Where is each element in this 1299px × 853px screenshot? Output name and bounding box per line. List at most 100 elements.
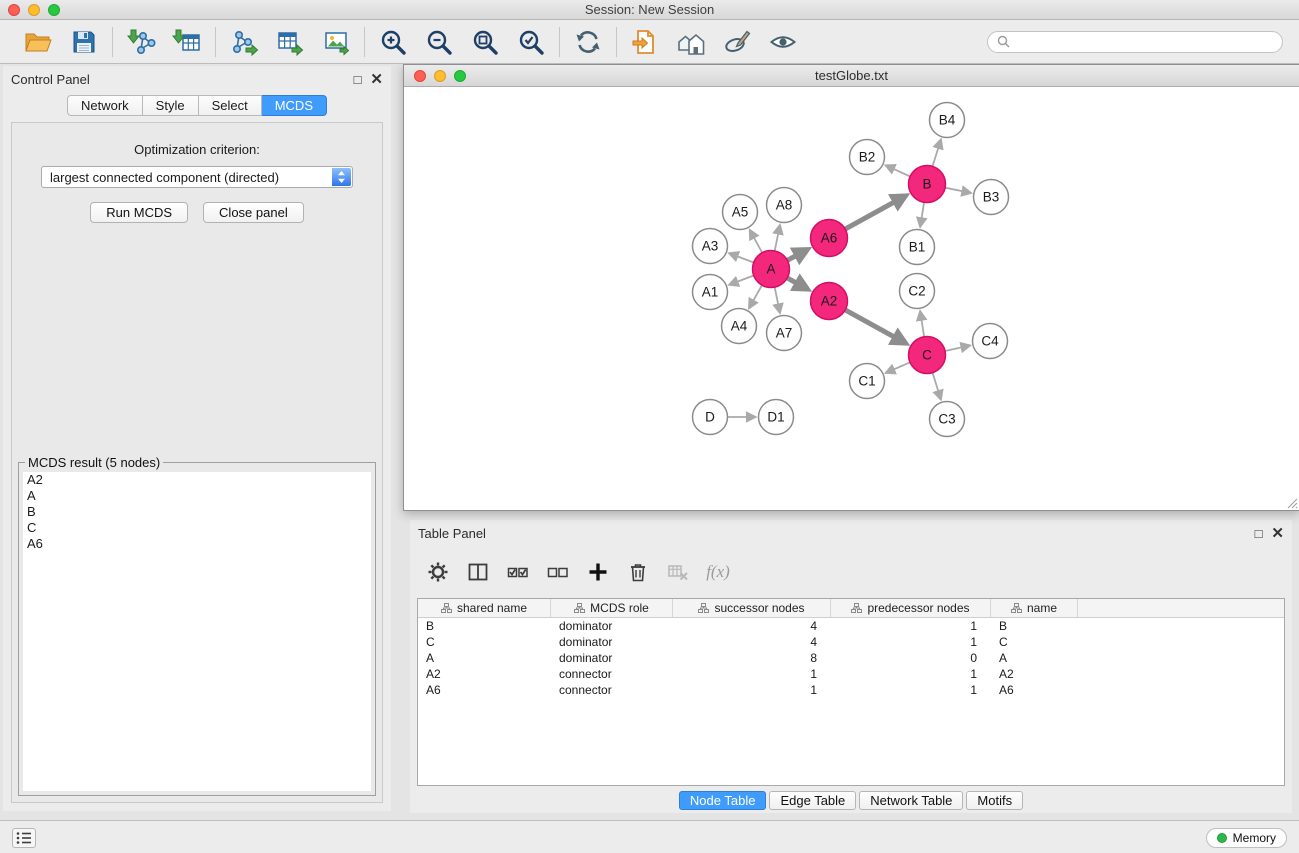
control-panel-tab-select[interactable]: Select: [199, 95, 262, 116]
annotation-tool-button[interactable]: [720, 25, 754, 59]
edge-A-A1[interactable]: [730, 276, 753, 285]
table-row[interactable]: Cdominator41C: [418, 634, 1284, 650]
control-panel-tab-mcds[interactable]: MCDS: [262, 95, 327, 116]
node-A6[interactable]: A6: [811, 220, 848, 257]
node-A1[interactable]: A1: [693, 275, 728, 310]
node-A4[interactable]: A4: [722, 309, 757, 344]
first-neighbors-button[interactable]: [674, 25, 708, 59]
node-C1[interactable]: C1: [850, 364, 885, 399]
node-D1[interactable]: D1: [759, 400, 794, 435]
node-B3[interactable]: B3: [974, 180, 1009, 215]
mcds-result-item[interactable]: A2: [23, 472, 371, 488]
edge-A2-C[interactable]: [845, 310, 905, 343]
edge-A-A8[interactable]: [775, 226, 780, 250]
function-builder-button[interactable]: f(x): [706, 560, 730, 584]
edge-B-B4[interactable]: [933, 141, 941, 166]
refresh-view-button[interactable]: [571, 25, 605, 59]
save-session-button[interactable]: [67, 25, 101, 59]
run-mcds-button[interactable]: Run MCDS: [90, 202, 188, 223]
mcds-result-item[interactable]: A: [23, 488, 371, 504]
table-row[interactable]: Adominator80A: [418, 650, 1284, 666]
edge-A-A7[interactable]: [775, 287, 780, 311]
import-table-from-file-button[interactable]: [170, 25, 204, 59]
column-header-predecessor-nodes[interactable]: predecessor nodes: [831, 599, 991, 617]
zoom-fit-button[interactable]: [468, 25, 502, 59]
zoom-out-button[interactable]: [422, 25, 456, 59]
table-row[interactable]: A2connector11A2: [418, 666, 1284, 682]
network-window-titlebar[interactable]: testGlobe.txt: [404, 65, 1299, 87]
global-search-field[interactable]: [987, 31, 1283, 53]
edge-C-C2[interactable]: [920, 313, 924, 337]
node-C3[interactable]: C3: [930, 402, 965, 437]
edge-A-A3[interactable]: [730, 254, 753, 263]
control-panel-tab-style[interactable]: Style: [143, 95, 199, 116]
search-input[interactable]: [1015, 35, 1273, 49]
node-B[interactable]: B: [909, 166, 946, 203]
close-panel-icon[interactable]: ✕: [370, 73, 383, 87]
node-B4[interactable]: B4: [930, 103, 965, 138]
table-tab-edge-table[interactable]: Edge Table: [769, 791, 856, 810]
node-C[interactable]: C: [909, 337, 946, 374]
close-panel-button[interactable]: Close panel: [203, 202, 304, 223]
float-table-panel-icon[interactable]: □: [1255, 527, 1263, 541]
control-panel-tab-network[interactable]: Network: [67, 95, 143, 116]
edge-C-C4[interactable]: [945, 346, 969, 351]
mcds-result-list[interactable]: A2ABCA6: [23, 472, 371, 791]
edge-A6-B[interactable]: [845, 196, 905, 229]
table-settings-button[interactable]: [426, 560, 450, 584]
column-header-MCDS-role[interactable]: MCDS role: [551, 599, 673, 617]
edge-A-A2[interactable]: [787, 278, 807, 289]
node-A8[interactable]: A8: [767, 188, 802, 223]
node-B1[interactable]: B1: [900, 230, 935, 265]
column-header-name[interactable]: name: [991, 599, 1078, 617]
edge-B-B1[interactable]: [920, 202, 924, 225]
resize-grip-icon[interactable]: [1285, 496, 1298, 509]
criterion-dropdown[interactable]: largest connected component (directed): [41, 166, 353, 188]
node-B2[interactable]: B2: [850, 140, 885, 175]
mcds-result-item[interactable]: B: [23, 504, 371, 520]
float-panel-icon[interactable]: □: [354, 73, 362, 87]
unselect-all-rows-button[interactable]: [546, 560, 570, 584]
node-A[interactable]: A: [753, 251, 790, 288]
edge-C-C3[interactable]: [933, 373, 941, 398]
edge-C-C1[interactable]: [887, 362, 910, 372]
select-all-rows-button[interactable]: [506, 560, 530, 584]
table-row[interactable]: Bdominator41B: [418, 618, 1284, 634]
task-history-button[interactable]: [12, 828, 36, 848]
mcds-result-item[interactable]: A6: [23, 536, 371, 552]
show-columns-button[interactable]: [466, 560, 490, 584]
node-C2[interactable]: C2: [900, 274, 935, 309]
export-table-button[interactable]: [273, 25, 307, 59]
zoom-in-button[interactable]: [376, 25, 410, 59]
zoom-selected-button[interactable]: [514, 25, 548, 59]
table-tab-network-table[interactable]: Network Table: [859, 791, 963, 810]
export-image-button[interactable]: [319, 25, 353, 59]
node-A7[interactable]: A7: [767, 316, 802, 351]
network-graph-canvas[interactable]: B4 B2 B B3 A5 A8 A6 B1 A3 A A1 C2 A2 A4 A7 C4 C1 C C3 D D1: [404, 87, 1299, 510]
column-header-shared-name[interactable]: shared name: [418, 599, 551, 617]
edge-B-B2[interactable]: [887, 166, 910, 176]
memory-button[interactable]: Memory: [1206, 828, 1287, 848]
table-row[interactable]: A6connector11A6: [418, 682, 1284, 698]
mcds-result-item[interactable]: C: [23, 520, 371, 536]
edge-A-A5[interactable]: [750, 231, 762, 253]
node-A5[interactable]: A5: [723, 195, 758, 230]
delete-columns-button[interactable]: [626, 560, 650, 584]
edge-A-A4[interactable]: [750, 285, 762, 307]
edge-B-B3[interactable]: [945, 188, 969, 193]
delete-table-button[interactable]: [666, 560, 690, 584]
table-tab-node-table[interactable]: Node Table: [679, 791, 767, 810]
import-network-from-file-button[interactable]: [124, 25, 158, 59]
edge-A-A6[interactable]: [787, 250, 807, 260]
column-header-successor-nodes[interactable]: successor nodes: [673, 599, 831, 617]
add-column-button[interactable]: [586, 560, 610, 584]
import-network-from-database-button[interactable]: [628, 25, 662, 59]
node-D[interactable]: D: [693, 400, 728, 435]
node-A2[interactable]: A2: [811, 283, 848, 320]
open-session-button[interactable]: [21, 25, 55, 59]
show-hide-button[interactable]: [766, 25, 800, 59]
node-A3[interactable]: A3: [693, 229, 728, 264]
export-network-button[interactable]: [227, 25, 261, 59]
table-tab-motifs[interactable]: Motifs: [966, 791, 1023, 810]
node-C4[interactable]: C4: [973, 324, 1008, 359]
